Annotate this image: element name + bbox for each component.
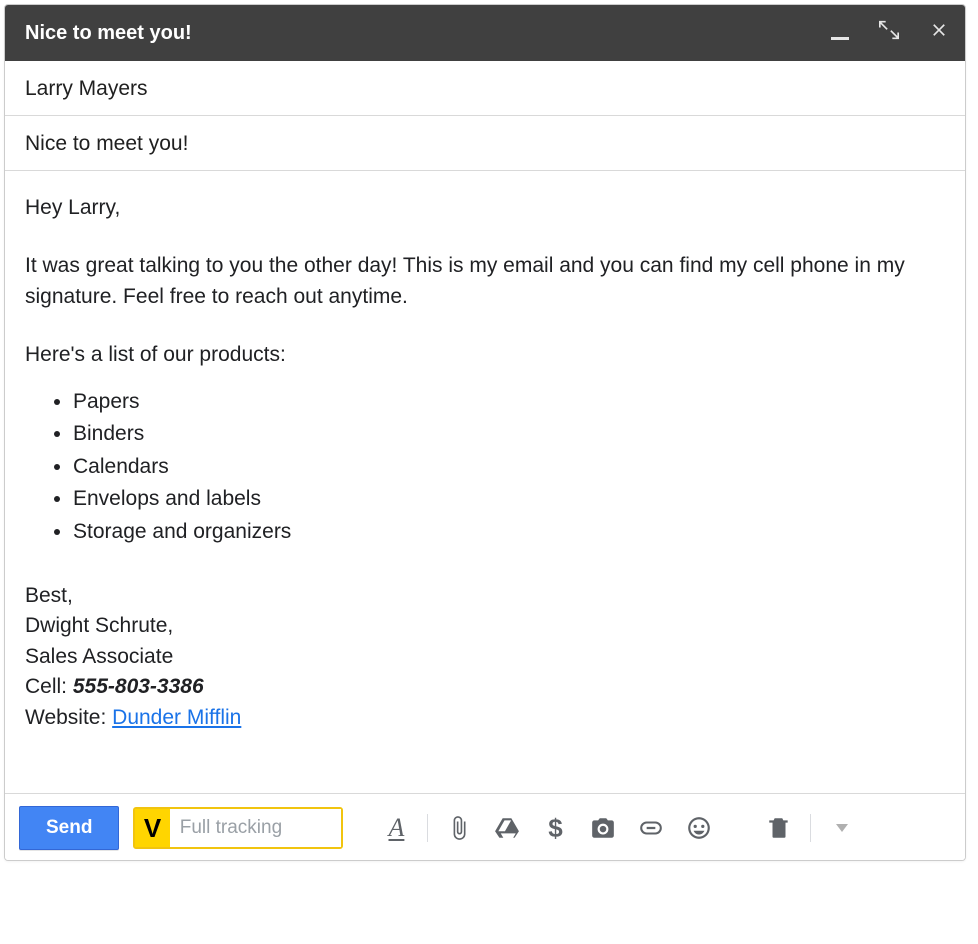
product-list: Papers Binders Calendars Envelops and la… [73, 387, 945, 547]
send-button[interactable]: Send [19, 806, 119, 850]
drive-icon[interactable] [490, 811, 524, 845]
message-body[interactable]: Hey Larry, It was great talking to you t… [5, 171, 965, 793]
compose-toolbar: Send V A $ [5, 793, 965, 860]
popout-icon[interactable] [879, 20, 899, 46]
photo-icon[interactable] [586, 811, 620, 845]
list-item: Storage and organizers [73, 517, 945, 547]
tracking-input[interactable] [170, 809, 342, 847]
money-icon[interactable]: $ [538, 811, 572, 845]
minimize-icon[interactable] [831, 27, 849, 40]
tracking-widget: V [133, 807, 343, 849]
sig-website-label: Website: [25, 706, 112, 729]
sig-name: Dwight Schrute, [25, 611, 945, 641]
window-title: Nice to meet you! [25, 22, 831, 45]
list-item: Binders [73, 419, 945, 449]
compose-titlebar[interactable]: Nice to meet you! [5, 5, 965, 61]
sig-closing: Best, [25, 581, 945, 611]
separator [810, 814, 811, 842]
formatting-icon[interactable]: A [379, 811, 413, 845]
sig-cell-number: 555-803-3386 [73, 675, 204, 698]
sig-website: Website: Dunder Mifflin [25, 703, 945, 733]
sig-cell: Cell: 555-803-3386 [25, 672, 945, 702]
close-icon[interactable] [929, 20, 949, 46]
subject-value: Nice to meet you! [25, 132, 188, 155]
attach-icon[interactable] [442, 811, 476, 845]
window-actions [831, 20, 949, 46]
body-list-intro: Here's a list of our products: [25, 340, 945, 370]
list-item: Calendars [73, 452, 945, 482]
link-icon[interactable] [634, 811, 668, 845]
sig-website-link[interactable]: Dunder Mifflin [112, 706, 241, 729]
tracking-badge[interactable]: V [135, 809, 169, 847]
list-item: Envelops and labels [73, 484, 945, 514]
body-greeting: Hey Larry, [25, 193, 945, 223]
body-paragraph: It was great talking to you the other da… [25, 251, 945, 312]
list-item: Papers [73, 387, 945, 417]
sig-cell-label: Cell: [25, 675, 73, 698]
separator [427, 814, 428, 842]
compose-window: Nice to meet you! Larry Mayers Nice to m… [4, 4, 966, 861]
emoji-icon[interactable] [682, 811, 716, 845]
discard-icon[interactable] [762, 811, 796, 845]
subject-field[interactable]: Nice to meet you! [5, 116, 965, 171]
sig-role: Sales Associate [25, 642, 945, 672]
to-value: Larry Mayers [25, 77, 148, 100]
more-options-icon[interactable] [825, 811, 859, 845]
to-field[interactable]: Larry Mayers [5, 61, 965, 116]
